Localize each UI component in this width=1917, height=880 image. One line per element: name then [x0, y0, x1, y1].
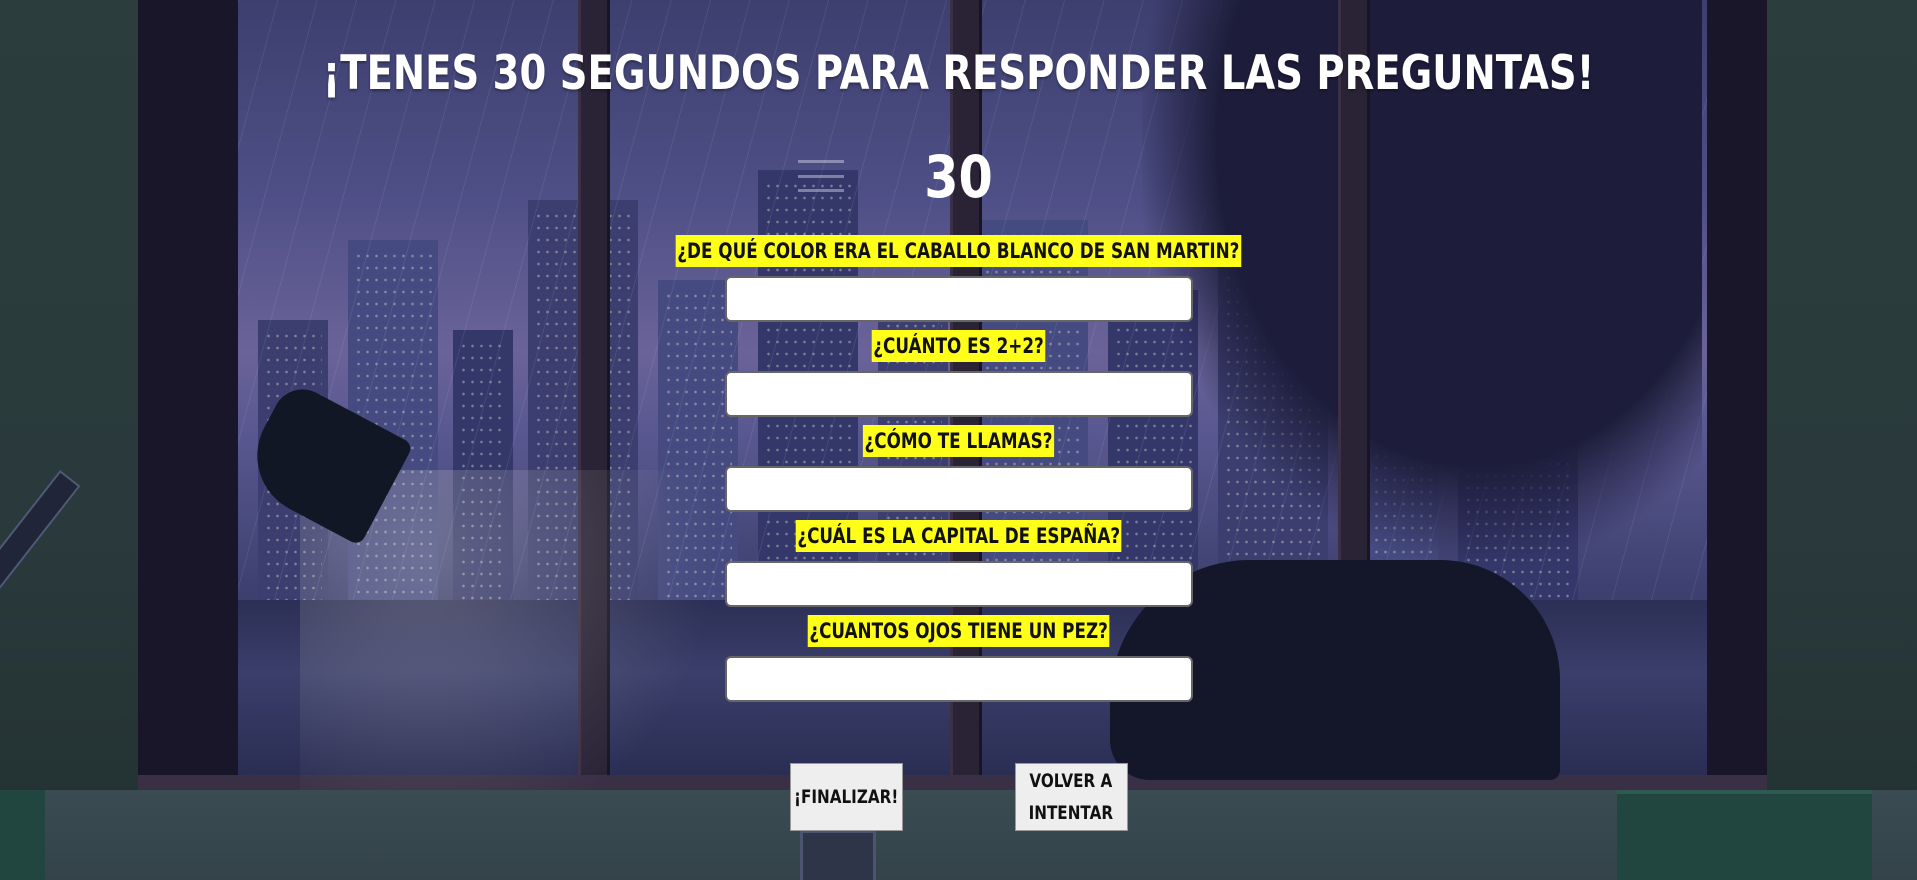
question-label-2: ¿CUÁNTO ES 2+2? — [871, 330, 1046, 362]
retry-button-label: VOLVER A INTENTAR — [1028, 770, 1114, 824]
quiz-form: ¿DE QUÉ COLOR ERA EL CABALLO BLANCO DE S… — [0, 235, 1917, 710]
answer-input-5[interactable] — [724, 656, 1193, 702]
answer-input-4[interactable] — [724, 561, 1193, 607]
retry-button[interactable]: VOLVER A INTENTAR — [1014, 763, 1128, 831]
page-title: ¡TENES 30 SEGUNDOS PARA RESPONDER LAS PR… — [322, 46, 1595, 101]
action-buttons: ¡FINALIZAR! VOLVER A INTENTAR — [0, 763, 1917, 831]
answer-input-2[interactable] — [724, 371, 1193, 417]
question-label-1: ¿DE QUÉ COLOR ERA EL CABALLO BLANCO DE S… — [675, 235, 1242, 267]
countdown-timer: 30 — [924, 143, 993, 211]
finish-button-label: ¡FINALIZAR! — [793, 786, 899, 808]
quiz-container: ¡TENES 30 SEGUNDOS PARA RESPONDER LAS PR… — [0, 0, 1917, 880]
question-label-3: ¿CÓMO TE LLAMAS? — [862, 425, 1055, 457]
finish-button[interactable]: ¡FINALIZAR! — [789, 763, 903, 831]
question-label-4: ¿CUÁL ES LA CAPITAL DE ESPAÑA? — [795, 520, 1122, 552]
question-label-5: ¿CUANTOS OJOS TIENE UN PEZ? — [807, 615, 1110, 647]
answer-input-3[interactable] — [724, 466, 1193, 512]
answer-input-1[interactable] — [724, 276, 1193, 322]
